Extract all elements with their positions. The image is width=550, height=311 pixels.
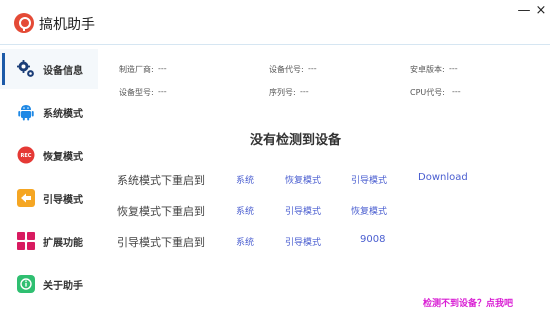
sidebar-item-label: 关于助手 — [43, 281, 83, 292]
close-button[interactable]: × — [534, 4, 548, 18]
manufacturer-label: 制造厂商: — [119, 65, 154, 74]
bootloader-to-bootloader-link[interactable]: 引导模式 — [285, 235, 321, 248]
device-status-message: 没有检测到设备 — [250, 133, 342, 148]
gear-cog-icon — [17, 60, 34, 77]
app-logo-icon — [14, 13, 34, 33]
sidebar-item-recovery-mode[interactable]: REC 恢复模式 — [0, 135, 98, 175]
system-to-download-link[interactable]: Download — [418, 172, 468, 183]
codename-value: --- — [308, 64, 317, 73]
recovery-to-system-link[interactable]: 系统 — [236, 204, 254, 217]
sidebar-item-extensions[interactable]: 扩展功能 — [0, 221, 98, 261]
cpu-codename-value: --- — [452, 87, 461, 96]
sidebar: 设备信息 系统模式 REC 恢复模式 引导模式 扩展功能 关于助手 — [0, 45, 98, 311]
recovery-reboot-label: 恢复模式下重启到 — [117, 205, 205, 218]
help-link[interactable]: 检测不到设备？点我吧 — [423, 296, 513, 309]
app-title: 搞机助手 — [39, 17, 95, 33]
bootloader-reboot-label: 引导模式下重启到 — [117, 236, 205, 249]
sidebar-item-about[interactable]: 关于助手 — [0, 264, 98, 304]
minimize-button[interactable]: — — [517, 4, 531, 18]
cpu-codename-label: CPU代号: — [410, 88, 445, 97]
system-to-bootloader-link[interactable]: 引导模式 — [351, 173, 387, 186]
sidebar-item-label: 恢复模式 — [43, 152, 83, 163]
android-icon — [18, 105, 34, 121]
manufacturer-value: --- — [158, 64, 167, 73]
system-to-recovery-link[interactable]: 恢复模式 — [285, 173, 321, 186]
rec-icon-text: REC — [21, 153, 32, 159]
bootloader-to-system-link[interactable]: 系统 — [236, 235, 254, 248]
sidebar-item-system-mode[interactable]: 系统模式 — [0, 92, 98, 132]
codename-label: 设备代号: — [269, 65, 304, 74]
app-window: 搞机助手 — × 设备信息 系统模式 REC 恢复模式 引导模式 扩展功能 关于… — [0, 0, 550, 311]
info-icon — [17, 275, 35, 293]
sidebar-item-label: 引导模式 — [43, 195, 83, 206]
system-to-system-link[interactable]: 系统 — [236, 173, 254, 186]
sidebar-item-label: 扩展功能 — [43, 238, 83, 249]
sidebar-item-label: 设备信息 — [43, 66, 83, 77]
back-arrow-icon — [17, 189, 35, 207]
android-version-value: --- — [449, 64, 458, 73]
recovery-to-bootloader-link[interactable]: 引导模式 — [285, 204, 321, 217]
recovery-to-recovery-link[interactable]: 恢复模式 — [351, 204, 387, 217]
grid-icon — [17, 232, 35, 250]
model-value: --- — [158, 87, 167, 96]
system-reboot-label: 系统模式下重启到 — [117, 174, 205, 187]
bootloader-to-9008-link[interactable]: 9008 — [360, 234, 385, 245]
title-bar: 搞机助手 — × — [0, 0, 550, 45]
sidebar-item-label: 系统模式 — [43, 109, 83, 120]
android-version-label: 安卓版本: — [410, 65, 445, 74]
sidebar-item-device-info[interactable]: 设备信息 — [0, 49, 98, 89]
serial-value: --- — [300, 87, 309, 96]
rec-icon: REC — [17, 146, 35, 164]
serial-label: 序列号: — [269, 88, 296, 97]
sidebar-item-bootloader-mode[interactable]: 引导模式 — [0, 178, 98, 218]
model-label: 设备型号: — [119, 88, 154, 97]
